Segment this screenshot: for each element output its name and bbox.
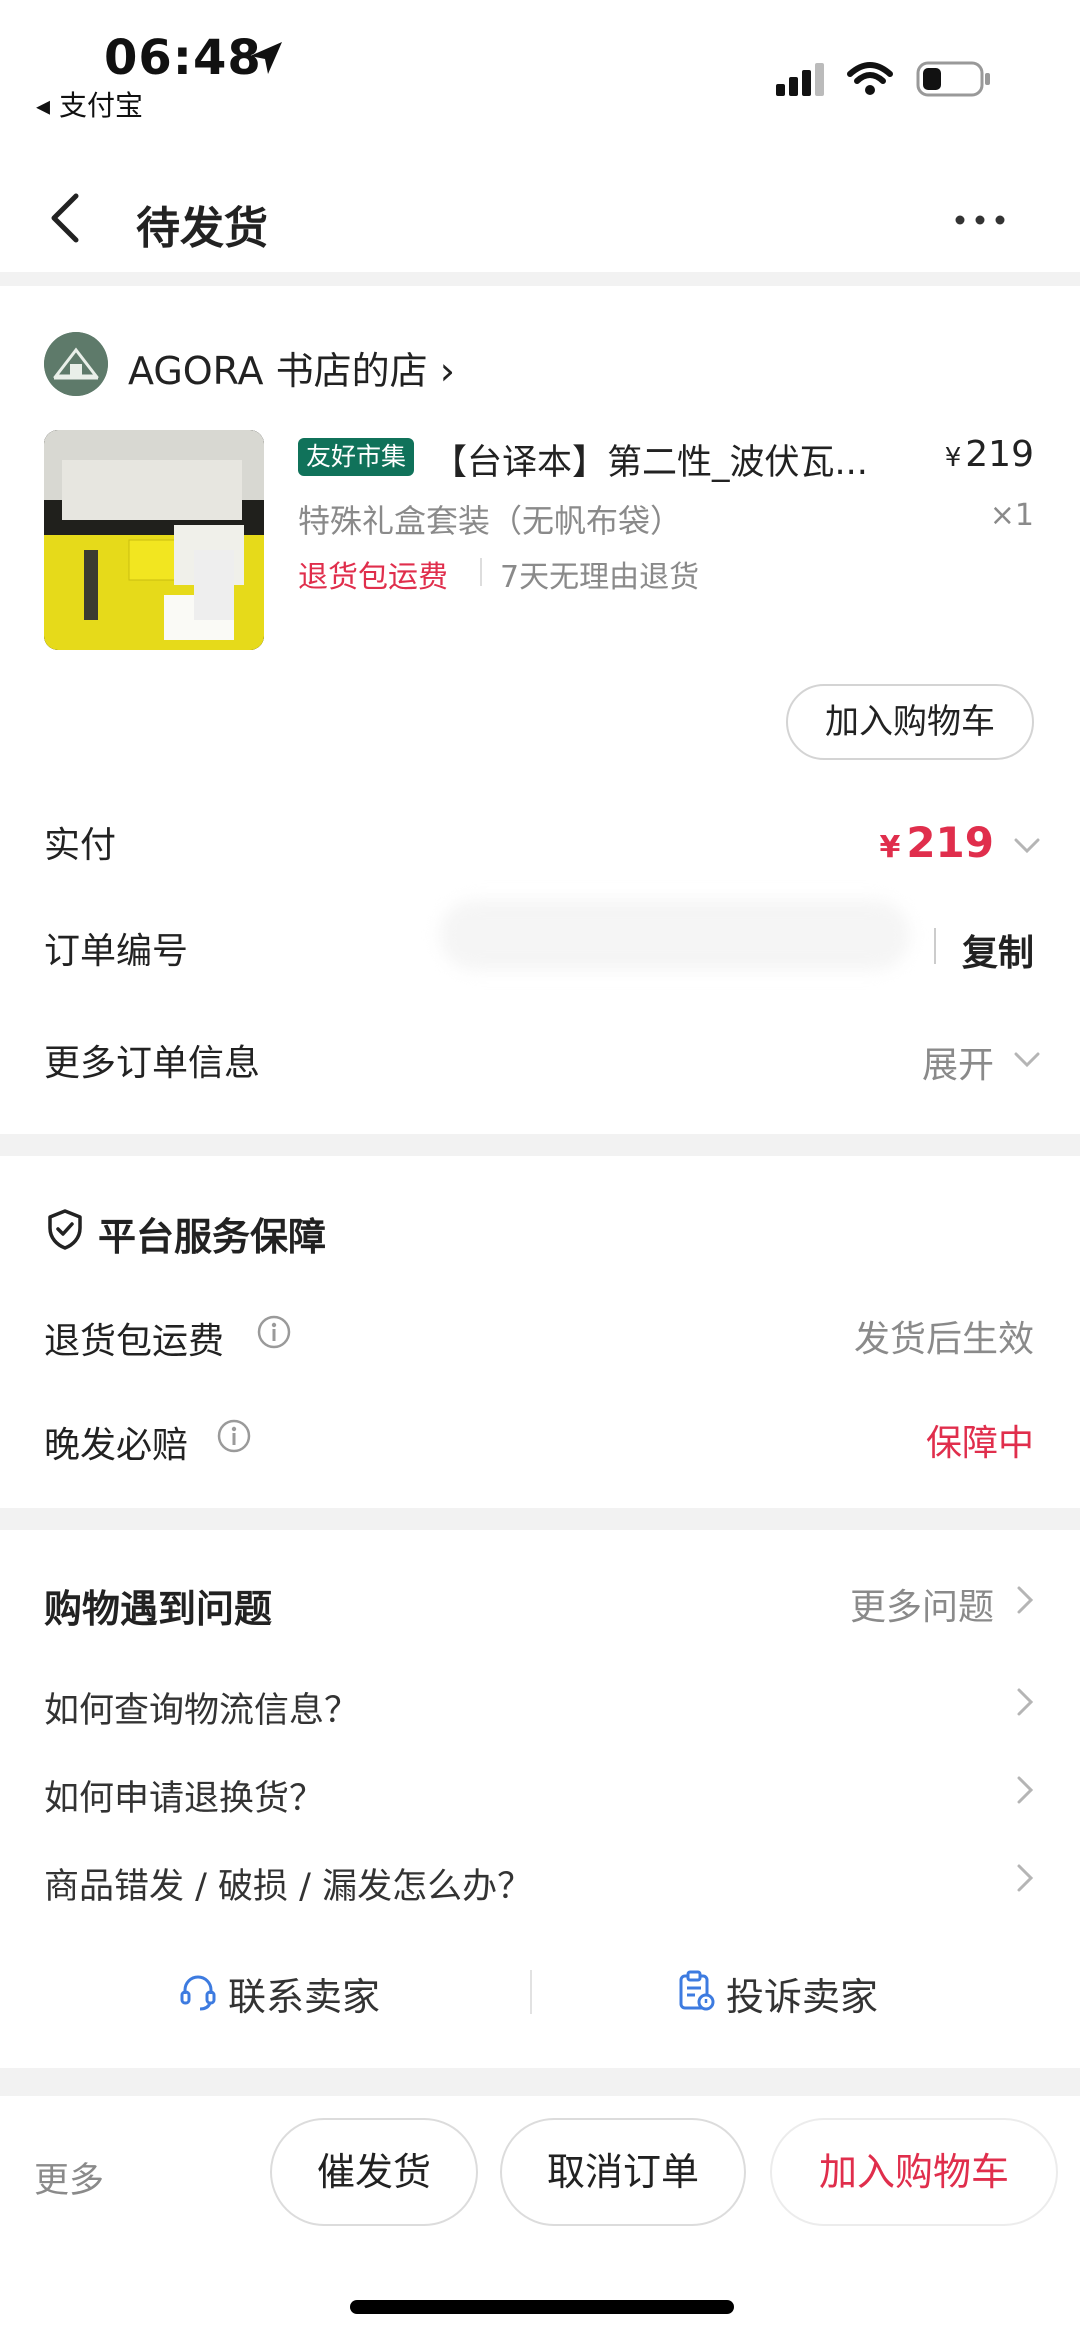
price-value: 219	[965, 434, 1034, 475]
chevron-down-icon[interactable]	[1012, 830, 1042, 860]
order-number-label: 订单编号	[44, 931, 189, 972]
shop-name-link[interactable]: AGORA 书店的店 ›	[128, 340, 455, 395]
product-variant: 特殊礼盒套装（无帆布袋）	[298, 502, 683, 540]
order-number-redacted	[440, 900, 910, 970]
paid-amount[interactable]: ¥219	[879, 818, 994, 867]
guarantee-status: 保障中	[925, 1423, 1034, 1464]
divider	[934, 928, 936, 964]
complain-seller-button[interactable]: 投诉卖家	[726, 1966, 878, 2021]
more-button[interactable]: 更多	[34, 2152, 104, 2203]
help-question-item[interactable]: 如何申请退换货？	[44, 1770, 324, 1821]
location-arrow-icon	[250, 42, 282, 74]
complaint-clipboard-icon	[679, 1970, 715, 2011]
expand-button[interactable]: 展开	[922, 1036, 994, 1088]
back-arrow-icon[interactable]	[44, 188, 88, 248]
seven-day-return-label: 7天无理由退货	[500, 560, 700, 595]
chevron-down-icon[interactable]	[1012, 1044, 1042, 1074]
add-to-cart-button[interactable]: 加入购物车	[786, 684, 1034, 760]
status-time: 06:48	[104, 30, 262, 86]
more-options-icon[interactable]	[950, 200, 1010, 240]
guarantee-item-label: 退货包运费	[44, 1321, 225, 1362]
more-order-info-label[interactable]: 更多订单信息	[44, 1034, 260, 1086]
help-question-item[interactable]: 如何查询物流信息？	[44, 1682, 359, 1733]
guarantee-title: 平台服务保障	[98, 1215, 327, 1259]
more-questions-link[interactable]: 更多问题	[850, 1578, 994, 1630]
copy-button[interactable]: 复制	[962, 924, 1034, 976]
wifi-icon	[847, 62, 893, 95]
paid-label: 实付	[44, 825, 117, 866]
divider	[530, 1970, 532, 2014]
cellular-signal-icon	[776, 63, 824, 96]
info-icon[interactable]	[256, 1314, 292, 1350]
help-title: 购物遇到问题	[44, 1587, 273, 1631]
currency-symbol: ¥	[879, 830, 901, 865]
shop-logo-icon[interactable]	[44, 332, 108, 396]
product-quantity: ×1	[989, 498, 1034, 533]
battery-icon	[916, 61, 990, 97]
chevron-right-icon[interactable]	[1014, 1684, 1036, 1720]
guarantee-item-label: 晚发必赔	[44, 1425, 189, 1466]
product-price: ¥219	[945, 434, 1034, 475]
back-to-app-link[interactable]: ◂ 支付宝	[36, 84, 143, 124]
help-question-item[interactable]: 商品错发 / 破损 / 漏发怎么办？	[44, 1858, 532, 1909]
paid-value: 219	[906, 818, 994, 867]
divider	[480, 558, 482, 586]
add-to-cart-bottom-button[interactable]: 加入购物车	[770, 2118, 1058, 2226]
product-image[interactable]	[44, 430, 264, 650]
product-title[interactable]: 【台译本】第二性_波伏瓦...	[432, 434, 912, 485]
urge-shipping-button[interactable]: 催发货	[270, 2118, 478, 2226]
friendly-market-tag: 友好市集	[298, 438, 415, 476]
shield-icon	[48, 1209, 82, 1250]
chevron-right-icon[interactable]	[1014, 1772, 1036, 1808]
page-title: 待发货	[136, 203, 268, 254]
cancel-order-button[interactable]: 取消订单	[500, 2118, 746, 2226]
home-indicator[interactable]	[350, 2300, 734, 2314]
chevron-right-icon[interactable]	[1014, 1582, 1036, 1618]
return-fee-label: 退货包运费	[298, 560, 448, 595]
guarantee-item-value: 发货后生效	[853, 1319, 1034, 1360]
info-icon[interactable]	[216, 1418, 252, 1454]
currency-symbol: ¥	[944, 443, 962, 473]
headset-icon	[180, 1975, 216, 2011]
contact-seller-button[interactable]: 联系卖家	[228, 1966, 380, 2021]
chevron-right-icon[interactable]	[1014, 1860, 1036, 1896]
